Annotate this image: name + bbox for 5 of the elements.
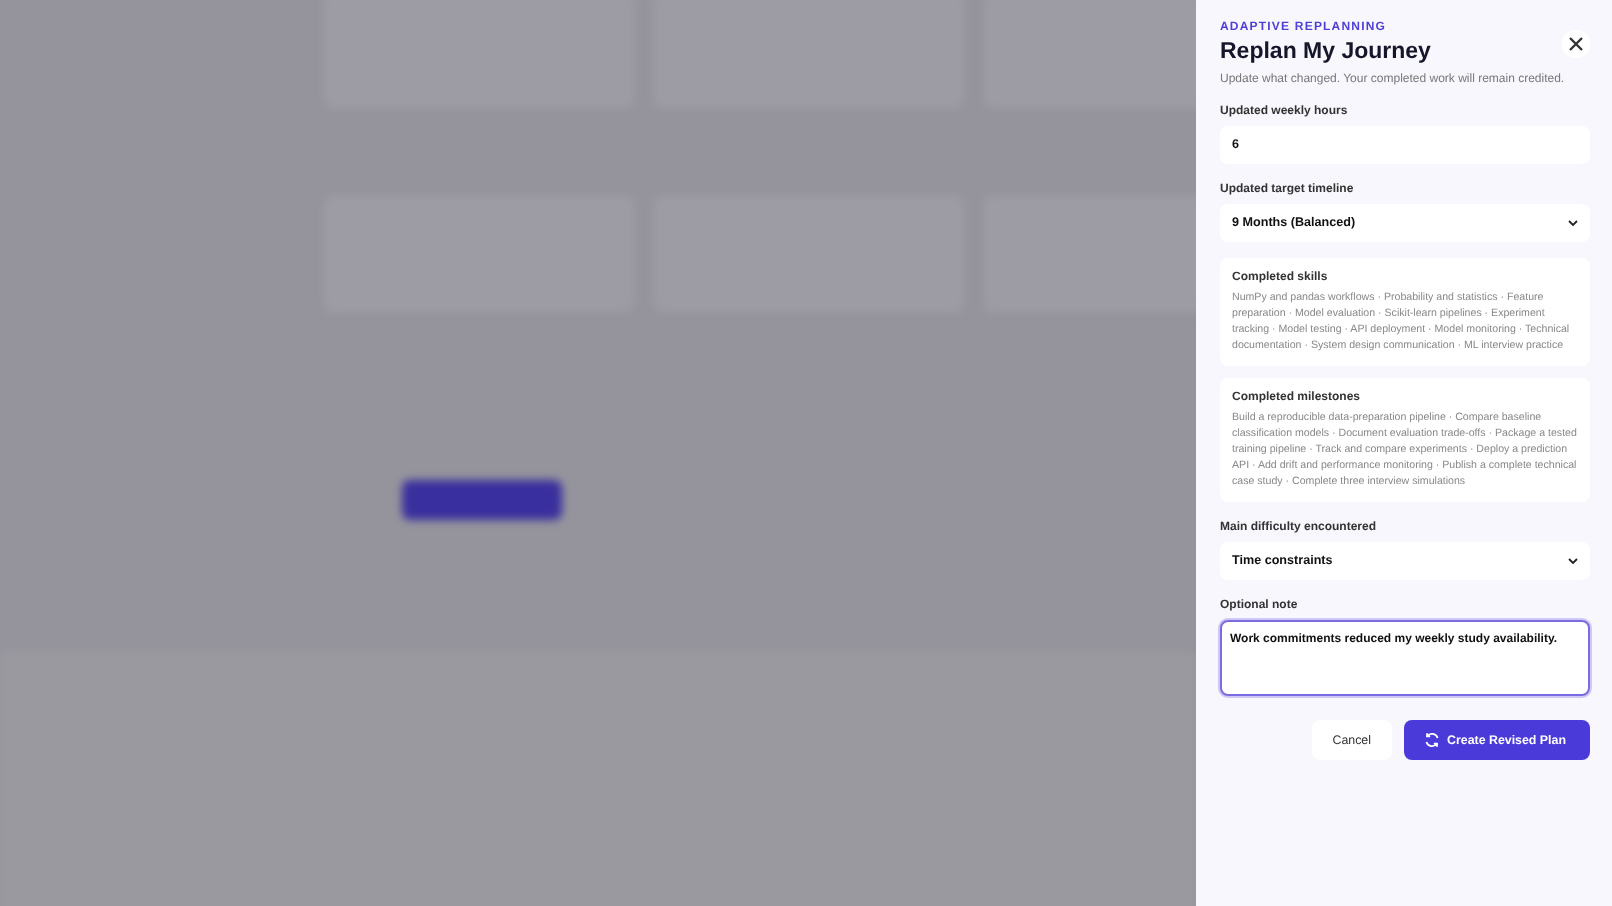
refresh-icon xyxy=(1423,732,1439,748)
chevron-down-icon xyxy=(1568,220,1578,226)
chevron-down-icon xyxy=(1568,558,1578,564)
panel-title: Replan My Journey xyxy=(1220,40,1431,64)
close-icon[interactable] xyxy=(1562,30,1590,58)
